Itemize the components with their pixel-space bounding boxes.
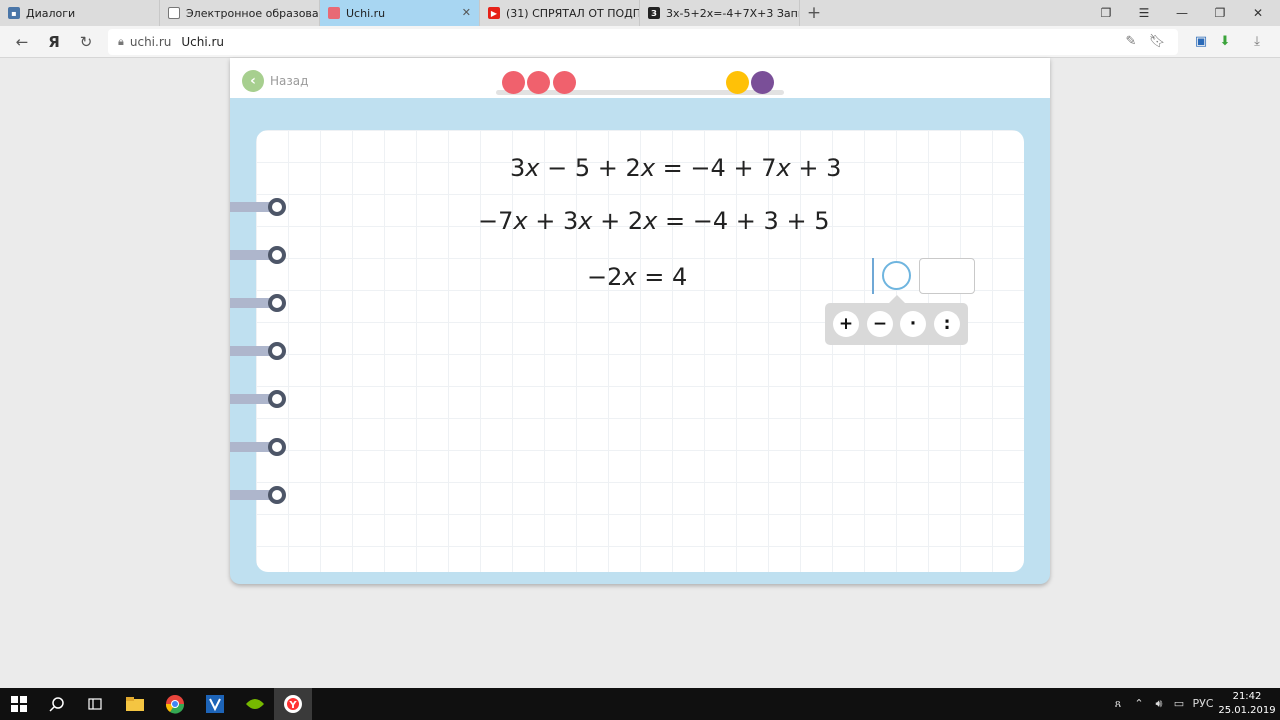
znanija-icon: З [648,7,660,19]
new-tab-button[interactable]: + [804,2,824,24]
tab-education[interactable]: Электронное образовани [160,0,320,26]
uchi-icon [328,7,340,19]
clock-date: 25.01.2019 [1218,705,1276,716]
windows-start-icon[interactable] [0,688,38,720]
protect-icon[interactable]: ✎ [1120,30,1142,54]
tab-znanija[interactable]: З 3x-5+2x=-4+7X+3 Записат [640,0,800,26]
bookmark-icon[interactable]: 🔖︎ [1146,30,1168,54]
tab-title: 3x-5+2x=-4+7X+3 Записат [666,6,799,20]
extension-icon[interactable]: ▣ [1190,30,1212,54]
taskbar: Y ጸ ⌃ 🔊︎ ▭ РУС 21:42 25.01.2019 [0,688,1280,720]
tab-strip: ▪ Диалоги Электронное образовани Uchi.ru… [0,0,1280,26]
progress-dot [527,71,550,94]
tab-uchi[interactable]: Uchi.ru ✕ [320,0,480,26]
close-tab-icon[interactable]: ✕ [462,6,471,19]
vscode-icon[interactable] [196,688,234,720]
lock-icon: 🔒︎ [118,35,124,48]
url-page-title: Uchi.ru [181,35,225,49]
multiply-button[interactable]: · [900,311,926,337]
clock[interactable]: 21:42 25.01.2019 [1218,690,1276,718]
tab-title: Электронное образовани [186,6,319,20]
operator-slot[interactable] [882,261,911,290]
youtube-icon: ▶ [488,7,500,19]
volume-icon[interactable]: 🔊︎ [1150,688,1168,720]
notebook-sheet [256,130,1024,572]
page-icon [168,7,180,19]
clock-time: 21:42 [1232,691,1262,702]
operator-panel: + − · : [825,295,968,345]
tab-title: Диалоги [26,6,76,20]
url-domain: uchi.ru [129,35,172,49]
people-icon[interactable]: ጸ [1108,688,1128,720]
menu-icon[interactable]: ☰ [1126,0,1162,26]
plus-button[interactable]: + [833,311,859,337]
equation-line: −2x = 4 [587,263,688,291]
back-arrow-icon[interactable]: ← [10,30,34,54]
chrome-icon[interactable] [156,688,194,720]
tab-manager-icon[interactable]: ❐ [1088,0,1124,26]
restore-icon[interactable]: ❐ [1202,0,1238,26]
notebook-ring [230,198,286,216]
yandex-browser-icon[interactable]: Y [274,688,312,720]
back-button[interactable]: ‹ Назад [242,70,308,92]
answer-input[interactable] [919,258,975,294]
close-window-icon[interactable]: ✕ [1240,0,1276,26]
progress-dot [502,71,525,94]
card-header: ‹ Назад [230,58,1050,98]
tab-title: (31) СПРЯТАЛ ОТ ПОДПИС [506,6,639,20]
chevron-up-icon[interactable]: ⌃ [1130,688,1148,720]
notebook-ring [230,246,286,264]
reload-icon[interactable]: ↻ [74,30,98,54]
task-view-icon[interactable] [76,688,114,720]
yandex-button[interactable]: Я [42,30,66,54]
tab-title: Uchi.ru [346,6,386,20]
chevron-left-icon: ‹ [242,70,264,92]
progress-dot [751,71,774,94]
text-cursor [872,258,874,294]
notebook-ring [230,390,286,408]
url-field[interactable]: 🔒︎ uchi.ru Uchi.ru [108,29,1178,55]
equation-line: −7x + 3x + 2x = −4 + 3 + 5 [478,207,830,235]
network-icon[interactable]: ▭ [1170,688,1188,720]
nvidia-icon[interactable] [236,688,274,720]
search-icon[interactable] [38,688,76,720]
back-label: Назад [270,74,309,88]
svg-text:Y: Y [288,700,297,711]
equation-line: 3x − 5 + 2x = −4 + 7x + 3 [510,154,842,182]
notebook-ring [230,438,286,456]
downloader-icon[interactable]: ⬇ [1214,30,1236,54]
tab-youtube[interactable]: ▶ (31) СПРЯТАЛ ОТ ПОДПИС [480,0,640,26]
file-explorer-icon[interactable] [116,688,154,720]
language-indicator[interactable]: РУС [1190,688,1216,720]
vk-icon: ▪ [8,7,20,19]
notebook-ring [230,342,286,360]
notebook-ring [230,294,286,312]
progress-dot [726,71,749,94]
downloads-icon[interactable]: ⤓ [1246,30,1268,54]
progress-dot [553,71,576,94]
minimize-icon[interactable]: — [1164,0,1200,26]
divide-button[interactable]: : [934,311,960,337]
tab-dialogs[interactable]: ▪ Диалоги [0,0,160,26]
minus-button[interactable]: − [867,311,893,337]
address-bar: ← Я ↻ 🔒︎ uchi.ru Uchi.ru ✎ 🔖︎ ▣ ⬇ ⤓ [0,26,1280,58]
notebook-ring [230,486,286,504]
